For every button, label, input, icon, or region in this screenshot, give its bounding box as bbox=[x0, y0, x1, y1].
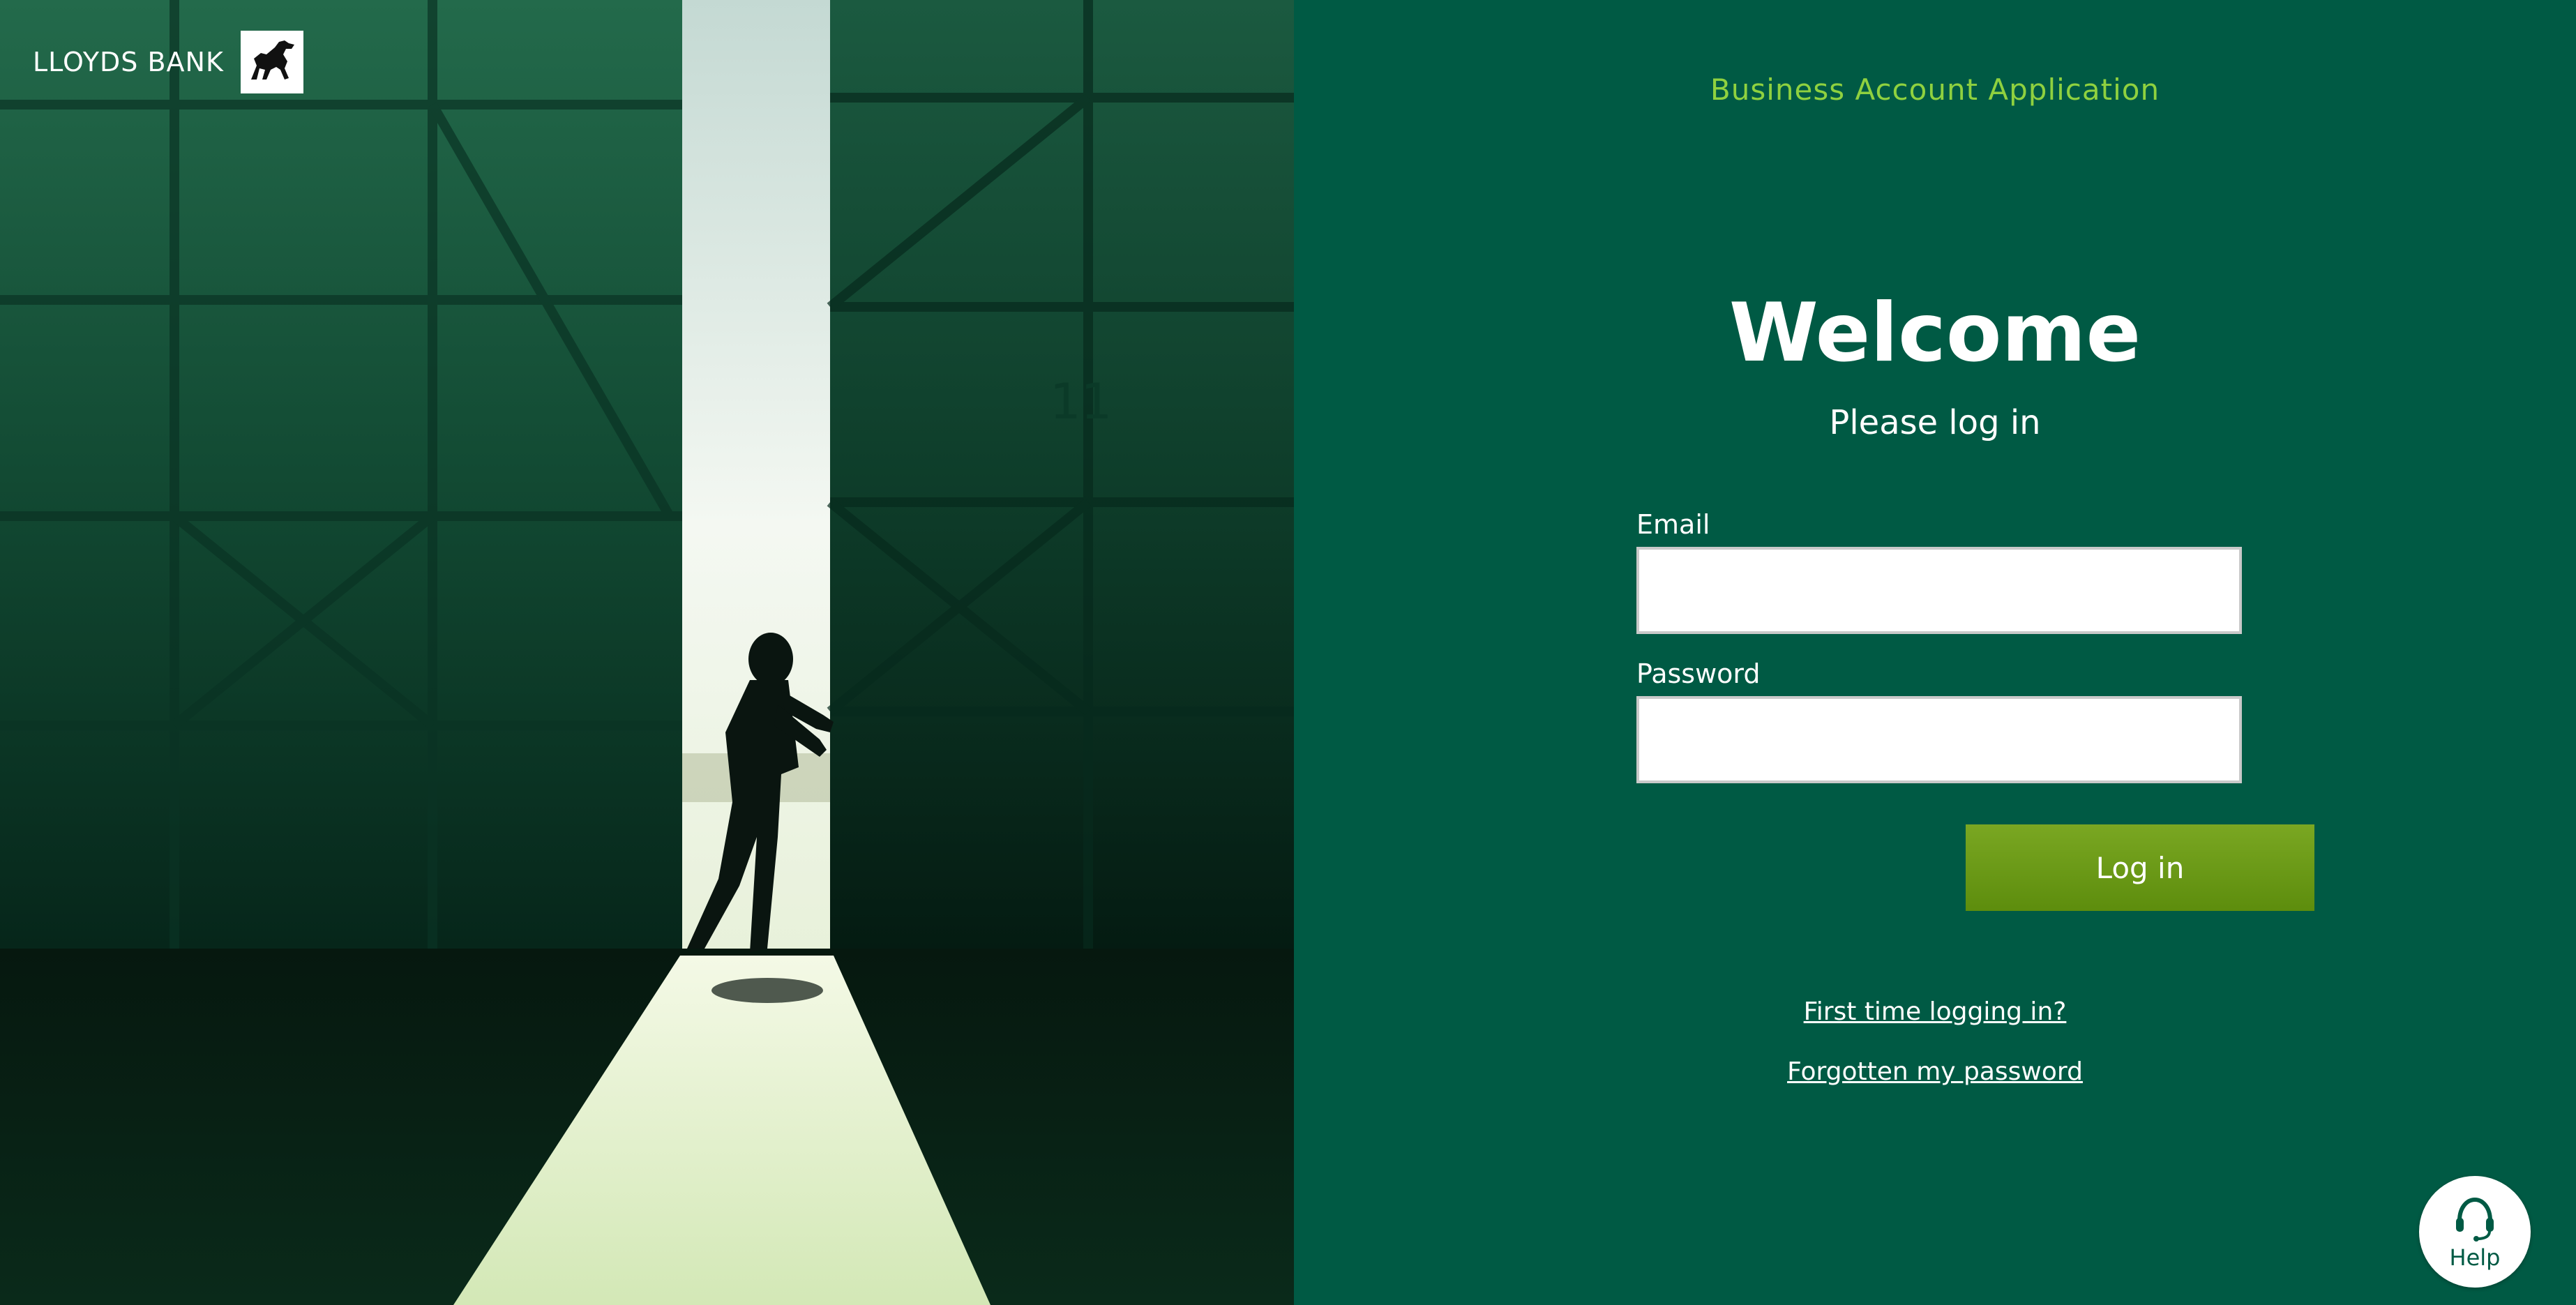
forgotten-password-link[interactable]: Forgotten my password bbox=[1294, 1057, 2576, 1086]
app-title: Business Account Application bbox=[1710, 73, 2160, 107]
login-page: 11 LLOYDS BANK Business Account Applicat… bbox=[0, 0, 2576, 1305]
email-field[interactable] bbox=[1636, 547, 2242, 634]
help-button[interactable]: Help bbox=[2419, 1176, 2531, 1288]
headset-icon bbox=[2456, 1197, 2494, 1242]
password-group: Password bbox=[1636, 658, 2242, 783]
email-group: Email bbox=[1636, 509, 2242, 634]
brand[interactable]: LLOYDS BANK bbox=[33, 31, 303, 93]
hero-panel: 11 LLOYDS BANK bbox=[0, 0, 1294, 1305]
login-button[interactable]: Log in bbox=[1966, 824, 2314, 911]
help-label: Help bbox=[2449, 1244, 2501, 1271]
hero-image: 11 bbox=[0, 0, 1294, 1305]
first-time-login-link[interactable]: First time logging in? bbox=[1294, 997, 2576, 1026]
login-panel: Business Account Application Welcome Ple… bbox=[1294, 0, 2576, 1305]
password-label: Password bbox=[1636, 658, 1761, 689]
login-form: Email Password bbox=[1636, 509, 2242, 783]
brand-name: LLOYDS BANK bbox=[33, 47, 224, 77]
door-number: 11 bbox=[1050, 373, 1112, 430]
password-field[interactable] bbox=[1636, 696, 2242, 783]
black-horse-icon bbox=[240, 31, 303, 93]
page-subtitle: Please log in bbox=[1829, 403, 2041, 442]
email-label: Email bbox=[1636, 509, 1710, 540]
page-title: Welcome bbox=[1728, 286, 2141, 380]
